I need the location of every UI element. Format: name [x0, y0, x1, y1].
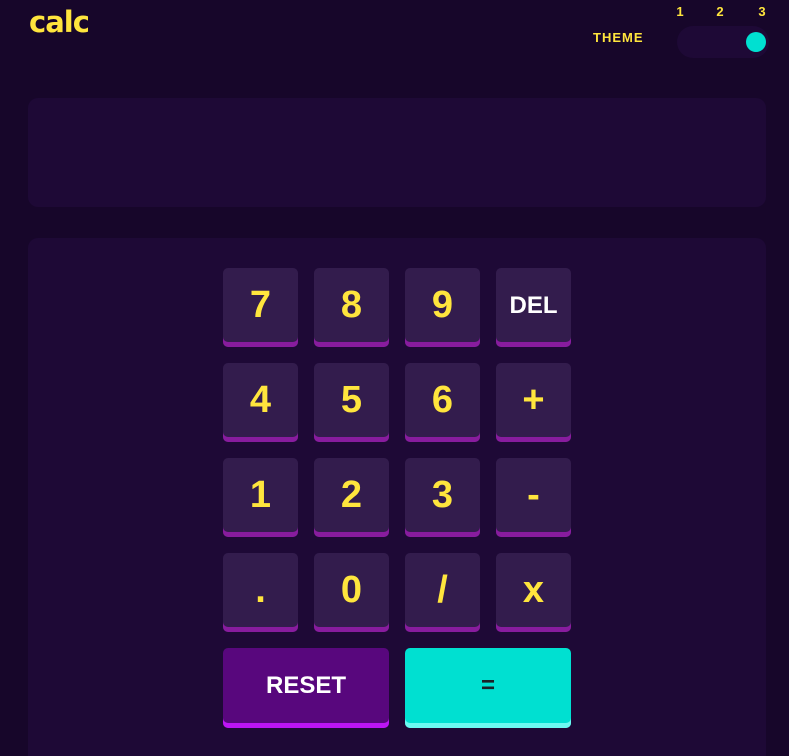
calculator-display — [28, 98, 766, 207]
theme-label: THEME — [593, 30, 644, 45]
app-title: calc — [29, 5, 90, 39]
key-4[interactable]: 4 — [223, 363, 298, 442]
theme-option-2[interactable]: 2 — [714, 4, 726, 19]
key-1[interactable]: 1 — [223, 458, 298, 537]
key-0[interactable]: 0 — [314, 553, 389, 632]
key-plus[interactable]: + — [496, 363, 571, 442]
theme-toggle[interactable] — [677, 26, 769, 58]
key-decimal[interactable]: . — [223, 553, 298, 632]
keypad: 7 8 9 DEL 4 5 6 + 1 2 3 - . 0 / x RESET … — [28, 238, 766, 756]
theme-option-1[interactable]: 1 — [674, 4, 686, 19]
key-6[interactable]: 6 — [405, 363, 480, 442]
key-2[interactable]: 2 — [314, 458, 389, 537]
key-8[interactable]: 8 — [314, 268, 389, 347]
key-7[interactable]: 7 — [223, 268, 298, 347]
theme-toggle-knob[interactable] — [746, 32, 766, 52]
reset-button[interactable]: RESET — [223, 648, 389, 728]
key-minus[interactable]: - — [496, 458, 571, 537]
delete-button[interactable]: DEL — [496, 268, 571, 347]
equals-button[interactable]: = — [405, 648, 571, 728]
key-9[interactable]: 9 — [405, 268, 480, 347]
theme-options: 1 2 3 — [674, 4, 770, 20]
theme-option-3[interactable]: 3 — [756, 4, 768, 19]
key-divide[interactable]: / — [405, 553, 480, 632]
key-3[interactable]: 3 — [405, 458, 480, 537]
key-multiply[interactable]: x — [496, 553, 571, 632]
key-5[interactable]: 5 — [314, 363, 389, 442]
